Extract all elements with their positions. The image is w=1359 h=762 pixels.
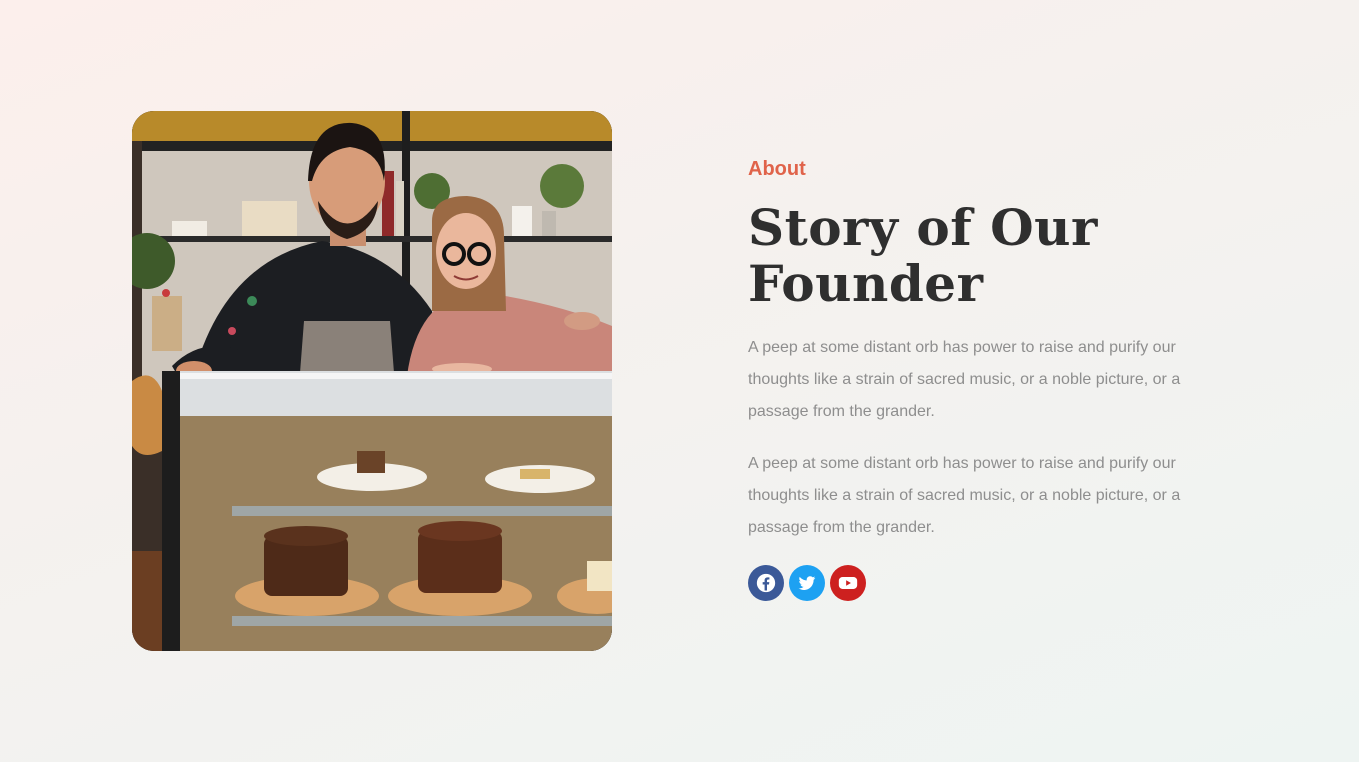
founders-photo [132, 111, 612, 651]
about-paragraph-1: A peep at some distant orb has power to … [748, 339, 1181, 420]
youtube-button[interactable] [830, 565, 866, 601]
facebook-icon [756, 573, 776, 593]
section-headline: Story of Our Founder [748, 200, 1228, 312]
twitter-button[interactable] [789, 565, 825, 601]
about-paragraph-2: A peep at some distant orb has power to … [748, 455, 1181, 536]
twitter-icon [798, 576, 816, 590]
social-links [748, 565, 1228, 601]
facebook-button[interactable] [748, 565, 784, 601]
youtube-icon [838, 577, 858, 589]
about-section: About Story of Our Founder A peep at som… [748, 156, 1228, 601]
section-eyebrow: About [748, 158, 806, 180]
headline-line-2: Founder [748, 254, 984, 313]
headline-line-1: Story of Our [748, 198, 1098, 257]
